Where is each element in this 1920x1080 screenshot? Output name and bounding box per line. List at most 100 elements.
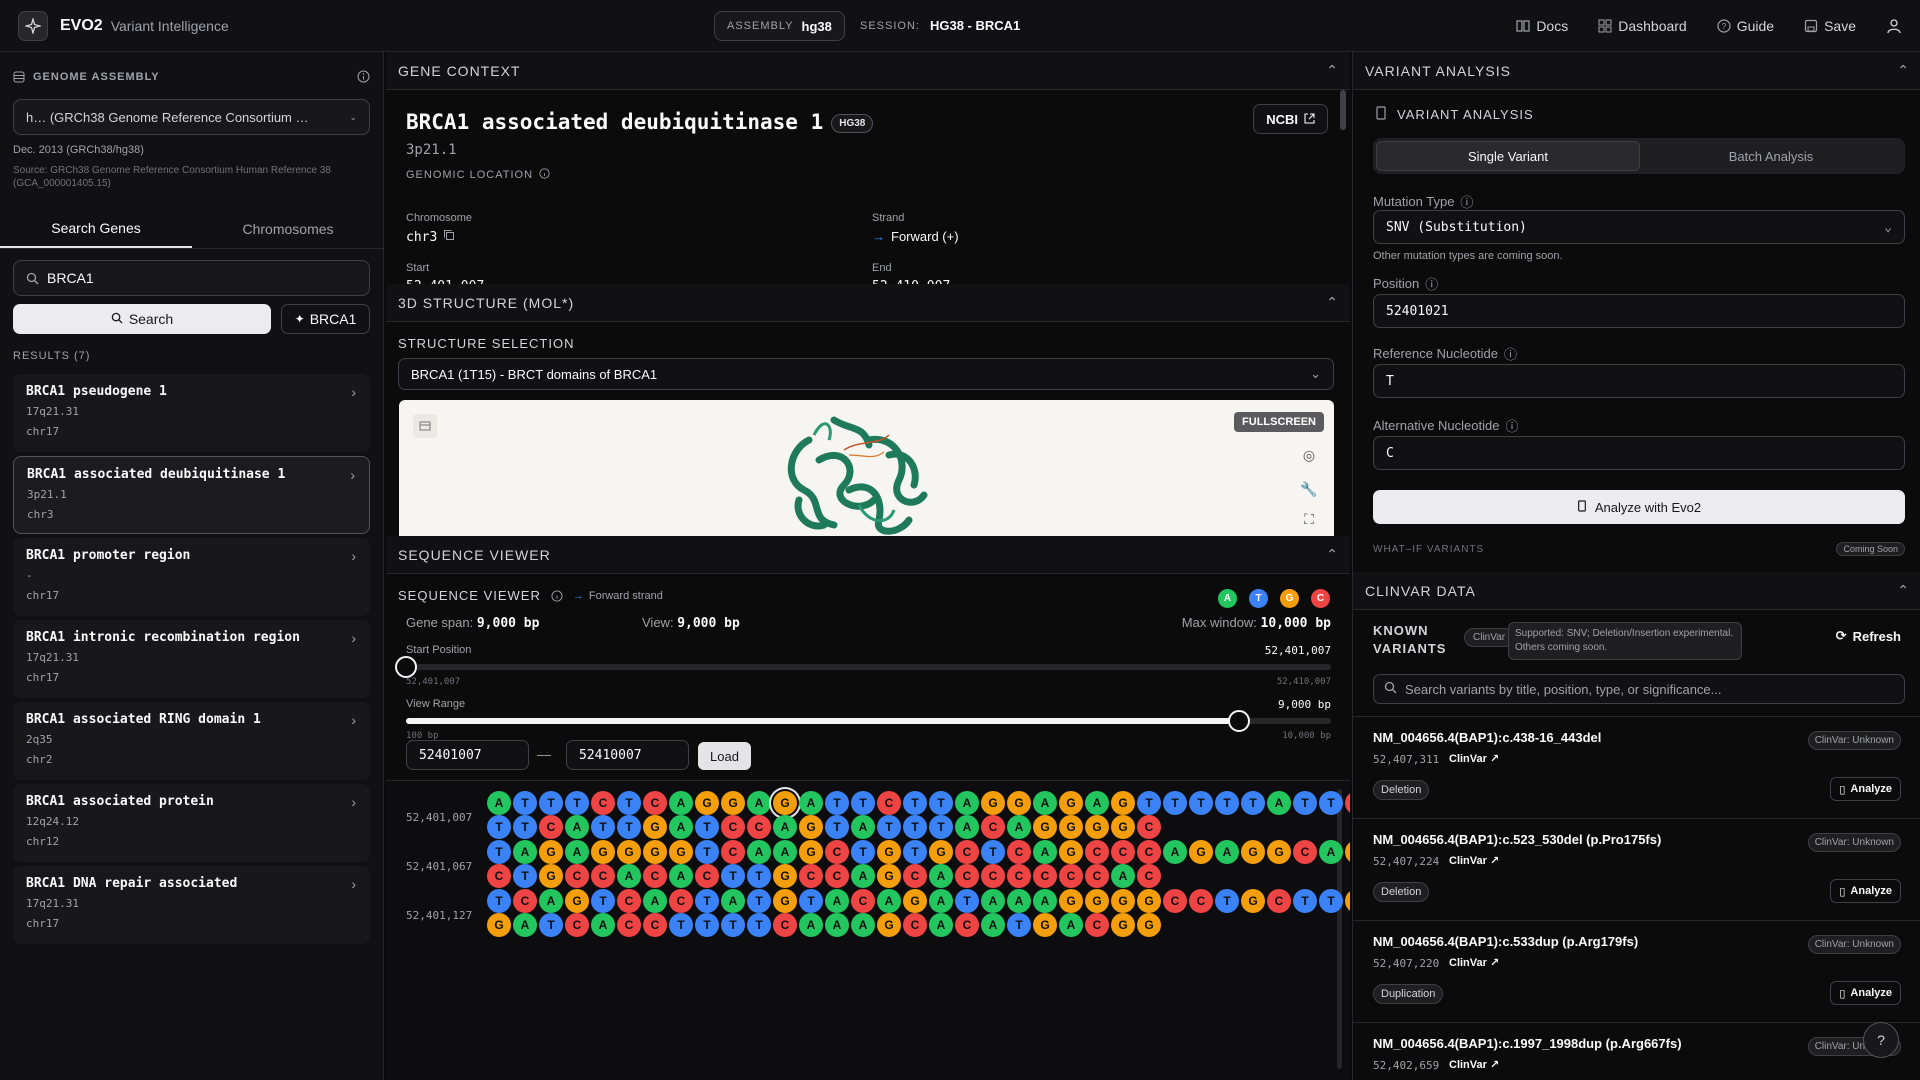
position-input[interactable]: 52401021: [1373, 294, 1905, 328]
nucleotide-a[interactable]: A: [539, 889, 563, 913]
nucleotide-g[interactable]: G: [1033, 913, 1057, 937]
nucleotide-c[interactable]: C: [1137, 840, 1161, 864]
nucleotide-t[interactable]: T: [695, 815, 719, 839]
guide-link[interactable]: ? Guide: [1717, 18, 1774, 34]
nucleotide-g[interactable]: G: [591, 840, 615, 864]
nucleotide-c[interactable]: C: [1189, 889, 1213, 913]
nucleotide-t[interactable]: T: [669, 913, 693, 937]
nucleotide-t[interactable]: T: [1241, 791, 1265, 815]
nucleotide-a[interactable]: A: [669, 815, 693, 839]
info-icon[interactable]: ⓘ: [1504, 344, 1517, 363]
nucleotide-c[interactable]: C: [721, 840, 745, 864]
tab-search-genes[interactable]: Search Genes: [0, 209, 192, 248]
nucleotide-a[interactable]: A: [955, 791, 979, 815]
info-icon[interactable]: [551, 589, 563, 602]
clinvar-link[interactable]: ClinVar ↗: [1449, 956, 1499, 969]
save-button[interactable]: Save: [1804, 18, 1856, 34]
info-icon[interactable]: ⓘ: [1425, 274, 1438, 293]
range-slider-thumb[interactable]: [1227, 710, 1250, 732]
sequence-header[interactable]: SEQUENCE VIEWER ⌃: [386, 536, 1350, 574]
nucleotide-a[interactable]: A: [799, 913, 823, 937]
help-button[interactable]: ?: [1863, 1022, 1899, 1058]
nucleotide-g[interactable]: G: [695, 791, 719, 815]
nucleotide-c[interactable]: C: [903, 913, 927, 937]
nucleotide-c[interactable]: C: [1137, 815, 1161, 839]
nucleotide-a[interactable]: A: [1033, 840, 1057, 864]
nucleotide-c[interactable]: C: [565, 913, 589, 937]
nucleotide-g[interactable]: G: [929, 840, 953, 864]
nucleotide-a[interactable]: A: [929, 913, 953, 937]
clinvar-link[interactable]: ClinVar ↗: [1449, 752, 1499, 765]
nucleotide-c[interactable]: C: [643, 913, 667, 937]
load-button[interactable]: Load: [698, 742, 751, 770]
nucleotide-t[interactable]: T: [513, 815, 537, 839]
structure-header[interactable]: 3D STRUCTURE (MOL*) ⌃: [386, 284, 1350, 322]
nucleotide-g[interactable]: G: [487, 913, 511, 937]
info-icon[interactable]: ⓘ: [1505, 416, 1518, 435]
nucleotide-t[interactable]: T: [851, 840, 875, 864]
nucleotide-t[interactable]: T: [695, 913, 719, 937]
clinvar-link[interactable]: ClinVar ↗: [1449, 1058, 1499, 1071]
ncbi-button[interactable]: NCBI: [1253, 104, 1328, 134]
quick-gene-chip[interactable]: ✦ BRCA1: [281, 304, 370, 334]
nucleotide-a[interactable]: A: [1059, 913, 1083, 937]
nucleotide-a[interactable]: A: [825, 889, 849, 913]
nucleotide-t[interactable]: T: [695, 889, 719, 913]
nucleotide-a[interactable]: A: [513, 840, 537, 864]
ref-nucleotide-input[interactable]: T: [1373, 364, 1905, 398]
nucleotide-t[interactable]: T: [825, 791, 849, 815]
nucleotide-t[interactable]: T: [487, 889, 511, 913]
analyze-variant-button[interactable]: ▯ Analyze: [1830, 777, 1901, 801]
nucleotide-c[interactable]: C: [825, 840, 849, 864]
nucleotide-t[interactable]: T: [1319, 889, 1343, 913]
nucleotide-t[interactable]: T: [851, 791, 875, 815]
nucleotide-c[interactable]: C: [981, 864, 1005, 888]
nucleotide-c[interactable]: C: [695, 864, 719, 888]
nucleotide-a[interactable]: A: [1111, 864, 1135, 888]
nucleotide-c[interactable]: C: [617, 889, 641, 913]
nucleotide-t[interactable]: T: [591, 815, 615, 839]
info-icon[interactable]: [357, 70, 370, 83]
assembly-select[interactable]: h… (GRCh38 Genome Reference Consortium ……: [13, 99, 370, 135]
nucleotide-t[interactable]: T: [617, 791, 641, 815]
gene-search-input[interactable]: BRCA1: [13, 260, 370, 296]
nucleotide-t[interactable]: T: [747, 889, 771, 913]
nucleotide-c[interactable]: C: [1137, 864, 1161, 888]
logo-icon[interactable]: [18, 10, 48, 41]
wrench-icon[interactable]: 🔧: [1296, 476, 1322, 502]
nucleotide-t[interactable]: T: [539, 791, 563, 815]
nucleotide-c[interactable]: C: [981, 815, 1005, 839]
nucleotide-t[interactable]: T: [487, 840, 511, 864]
mutation-type-select[interactable]: SNV (Substitution) ⌄: [1373, 210, 1905, 244]
nucleotide-g[interactable]: G: [1137, 913, 1161, 937]
nucleotide-g[interactable]: G: [1241, 840, 1265, 864]
nucleotide-c[interactable]: C: [1007, 864, 1031, 888]
nucleotide-g[interactable]: G: [1033, 815, 1057, 839]
nucleotide-c[interactable]: C: [565, 864, 589, 888]
nucleotide-t[interactable]: T: [929, 791, 953, 815]
nucleotide-c[interactable]: C: [877, 791, 901, 815]
chevron-up-icon[interactable]: ⌃: [1897, 582, 1909, 599]
nucleotide-g[interactable]: G: [1085, 815, 1109, 839]
nucleotide-g[interactable]: G: [877, 864, 901, 888]
nucleotide-a[interactable]: A: [487, 791, 511, 815]
info-icon[interactable]: ⓘ: [1460, 192, 1473, 211]
dashboard-link[interactable]: Dashboard: [1598, 18, 1687, 34]
single-variant-tab[interactable]: Single Variant: [1376, 141, 1640, 171]
clinvar-link[interactable]: ClinVar ↗: [1449, 854, 1499, 867]
nucleotide-a[interactable]: A: [851, 913, 875, 937]
nucleotide-c[interactable]: C: [591, 864, 615, 888]
nucleotide-c[interactable]: C: [1007, 840, 1031, 864]
nucleotide-g[interactable]: G: [1059, 840, 1083, 864]
nucleotide-c[interactable]: C: [591, 791, 615, 815]
nucleotide-t[interactable]: T: [903, 815, 927, 839]
start-position-slider[interactable]: [395, 656, 1331, 678]
camera-icon[interactable]: ◎: [1296, 442, 1322, 468]
nucleotide-g[interactable]: G: [1007, 791, 1031, 815]
fullscreen-button[interactable]: FULLSCREEN: [1234, 412, 1324, 432]
nucleotide-g[interactable]: G: [1345, 889, 1350, 913]
nucleotide-c[interactable]: C: [1085, 864, 1109, 888]
nucleotide-g[interactable]: G: [1189, 840, 1213, 864]
nucleotide-g[interactable]: G: [539, 864, 563, 888]
nucleotide-a[interactable]: A: [1319, 840, 1343, 864]
